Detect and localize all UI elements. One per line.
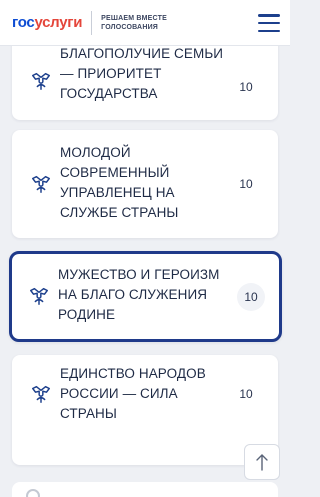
card-title: МУЖЕСТВО И ГЕРОИЗМ НА БЛАГО СЛУЖЕНИЯ РОД… (58, 267, 220, 322)
card-title: ЕДИНСТВО НАРОДОВ РОССИИ — СИЛА СТРАНЫ (60, 366, 206, 421)
list-item[interactable]: МОЛОДОЙ СОВРЕМЕННЫЙ УПРАВЛЕНЕЦ НА СЛУЖБЕ… (12, 130, 278, 238)
list-item-partial[interactable] (12, 482, 278, 497)
card-title: МОЛОДОЙ СОВРЕМЕННЫЙ УПРАВЛЕНЕЦ НА СЛУЖБЕ… (60, 145, 179, 220)
list-item[interactable]: ЕДИНСТВО НАРОДОВ РОССИИ — СИЛА СТРАНЫ 10 (12, 355, 278, 465)
list-item-selected[interactable]: МУЖЕСТВО И ГЕРОИЗМ НА БЛАГО СЛУЖЕНИЯ РОД… (9, 251, 282, 342)
emblem-icon (30, 287, 48, 305)
arrow-up-icon (256, 454, 268, 471)
scroll-to-top-button[interactable] (244, 444, 280, 480)
emblem-icon (32, 175, 50, 193)
card-count: 10 (239, 177, 253, 191)
emblem-icon (32, 72, 50, 90)
header-tagline: РЕШАЕМ ВМЕСТЕ ГОЛОСОВАНИЯ (101, 14, 167, 31)
logo-part-gos: гос (12, 14, 35, 31)
emblem-icon (32, 385, 50, 403)
hamburger-menu-icon[interactable] (258, 14, 280, 32)
card-title: БЛАГОПОЛУЧИЕ СЕМЬИ — ПРИОРИТЕТ ГОСУДАРСТ… (60, 46, 224, 101)
radio-icon (26, 489, 40, 497)
logo-part-uslugi: услуги (34, 14, 83, 31)
card-count: 10 (237, 283, 265, 311)
card-count: 10 (239, 80, 253, 94)
app-header: госуслуги РЕШАЕМ ВМЕСТЕ ГОЛОСОВАНИЯ (0, 0, 290, 46)
gosuslugi-logo[interactable]: госуслуги (12, 14, 82, 31)
logo-divider (91, 10, 93, 35)
card-count: 10 (239, 387, 253, 401)
